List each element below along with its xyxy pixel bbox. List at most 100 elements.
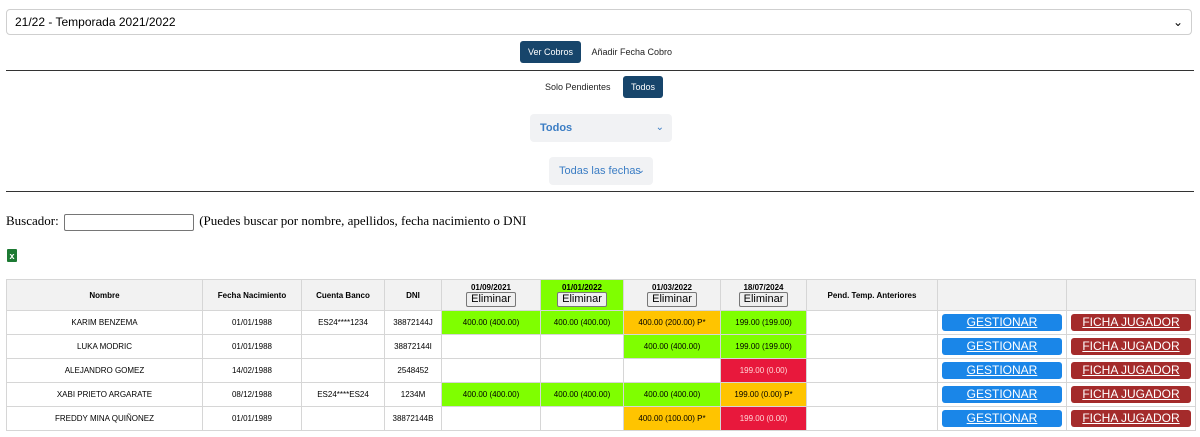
cell-payment[interactable]: 400.00 (400.00) — [623, 382, 721, 407]
cell-gestionar: GESTIONAR — [937, 358, 1067, 383]
cell-fecha: 01/01/1988 — [202, 310, 302, 335]
gestionar-button[interactable]: GESTIONAR — [942, 314, 1062, 331]
divider — [6, 191, 1194, 192]
gestionar-button[interactable]: GESTIONAR — [942, 386, 1062, 403]
gestionar-button[interactable]: GESTIONAR — [942, 338, 1062, 355]
gestionar-button[interactable]: GESTIONAR — [942, 410, 1062, 427]
header-date-1: 01/09/2021 Eliminar — [441, 279, 541, 311]
cell-dni: 38872144B — [384, 406, 442, 431]
cell-nombre: KARIM BENZEMA — [6, 310, 203, 335]
cell-dni: 1234M — [384, 382, 442, 407]
table-row: FREDDY MINA QUIÑONEZ 01/01/1989 38872144… — [6, 406, 1196, 431]
eliminar-date-1-button[interactable]: Eliminar — [466, 292, 516, 307]
chevron-down-icon: ⌄ — [636, 165, 645, 176]
date-3-label: 01/03/2022 — [651, 283, 693, 292]
cell-fecha: 01/01/1989 — [202, 406, 302, 431]
cell-payment[interactable]: 400.00 (100.00) P* — [623, 406, 721, 431]
date-1-label: 01/09/2021 — [470, 283, 512, 292]
ficha-jugador-button[interactable]: FICHA JUGADOR — [1071, 410, 1191, 427]
cell-cuenta: ES24****1234 — [301, 310, 385, 335]
cell-cuenta — [301, 334, 385, 359]
cell-payment[interactable]: 199.00 (199.00) — [720, 310, 807, 335]
cell-payment[interactable]: 199.00 (0.00) P* — [720, 382, 807, 407]
cell-payment[interactable] — [540, 406, 624, 431]
search-input[interactable] — [63, 213, 194, 231]
cell-nombre: LUKA MODRIC — [6, 334, 203, 359]
ficha-jugador-button[interactable]: FICHA JUGADOR — [1071, 338, 1191, 355]
table-row: KARIM BENZEMA 01/01/1988 ES24****1234 38… — [6, 310, 1196, 335]
cell-payment[interactable]: 400.00 (400.00) — [623, 334, 721, 359]
cell-payment[interactable]: 400.00 (400.00) — [540, 310, 624, 335]
cell-cuenta — [301, 358, 385, 383]
ficha-jugador-button[interactable]: FICHA JUGADOR — [1071, 362, 1191, 379]
gestionar-button[interactable]: GESTIONAR — [942, 362, 1062, 379]
header-fecha-nacimiento: Fecha Nacimiento — [202, 279, 302, 311]
cell-pend — [806, 358, 938, 383]
ficha-jugador-button[interactable]: FICHA JUGADOR — [1071, 314, 1191, 331]
cell-payment[interactable] — [540, 334, 624, 359]
cell-ficha: FICHA JUGADOR — [1066, 334, 1196, 359]
cell-pend — [806, 334, 938, 359]
cell-dni: 2548452 — [384, 358, 442, 383]
season-select-value: 21/22 - Temporada 2021/2022 — [15, 15, 176, 29]
cell-gestionar: GESTIONAR — [937, 334, 1067, 359]
search-hint: (Puedes buscar por nombre, apellidos, fe… — [199, 213, 527, 228]
cell-payment[interactable]: 199.00 (0.00) — [720, 358, 807, 383]
cell-payment[interactable]: 199.00 (0.00) — [720, 406, 807, 431]
cell-payment[interactable]: 400.00 (400.00) — [540, 382, 624, 407]
top-button-row: Ver Cobros Añadir Fecha Cobro — [0, 41, 1200, 63]
eliminar-date-2-button[interactable]: Eliminar — [557, 292, 607, 307]
cell-ficha: FICHA JUGADOR — [1066, 382, 1196, 407]
cell-payment[interactable] — [441, 334, 541, 359]
season-select[interactable]: 21/22 - Temporada 2021/2022 ⌄ — [6, 9, 1192, 35]
cell-payment[interactable] — [540, 358, 624, 383]
date-2-label: 01/01/2022 — [561, 283, 603, 292]
header-date-4: 18/07/2024 Eliminar — [720, 279, 807, 311]
table-row: XABI PRIETO ARGARATE 08/12/1988 ES24****… — [6, 382, 1196, 407]
cell-payment[interactable]: 199.00 (199.00) — [720, 334, 807, 359]
chevron-down-icon: ⌄ — [655, 122, 664, 133]
solo-pendientes-button[interactable]: Solo Pendientes — [537, 76, 619, 98]
cell-nombre: ALEJANDRO GOMEZ — [6, 358, 203, 383]
cell-payment[interactable] — [441, 358, 541, 383]
cell-payment[interactable]: 400.00 (200.00) P* — [623, 310, 721, 335]
table-row: ALEJANDRO GOMEZ 14/02/1988 2548452 199.0… — [6, 358, 1196, 383]
header-dni: DNI — [384, 279, 442, 311]
cell-payment[interactable] — [441, 406, 541, 431]
eliminar-date-3-button[interactable]: Eliminar — [647, 292, 697, 307]
cell-nombre: FREDDY MINA QUIÑONEZ — [6, 406, 203, 431]
ver-cobros-button[interactable]: Ver Cobros — [519, 41, 581, 63]
cell-dni: 38872144J — [384, 310, 442, 335]
cell-dni: 38872144I — [384, 334, 442, 359]
cell-payment[interactable]: 400.00 (400.00) — [441, 382, 541, 407]
date-select-value: Todas las fechas — [559, 165, 641, 177]
header-date-2: 01/01/2022 Eliminar — [540, 279, 624, 311]
todos-button[interactable]: Todos — [622, 76, 664, 98]
cell-fecha: 08/12/1988 — [202, 382, 302, 407]
cell-fecha: 01/01/1988 — [202, 334, 302, 359]
cell-nombre: XABI PRIETO ARGARATE — [6, 382, 203, 407]
ficha-jugador-button[interactable]: FICHA JUGADOR — [1071, 386, 1191, 403]
excel-export-icon[interactable]: x — [7, 249, 17, 262]
header-pend-temp: Pend. Temp. Anteriores — [806, 279, 938, 311]
cell-gestionar: GESTIONAR — [937, 382, 1067, 407]
cell-pend — [806, 382, 938, 407]
header-cuenta-banco: Cuenta Banco — [301, 279, 385, 311]
group-select[interactable]: Todos ⌄ — [530, 114, 672, 142]
anadir-fecha-cobro-button[interactable]: Añadir Fecha Cobro — [584, 41, 681, 63]
cell-gestionar: GESTIONAR — [937, 310, 1067, 335]
table-row: LUKA MODRIC 01/01/1988 38872144I 400.00 … — [6, 334, 1196, 359]
eliminar-date-4-button[interactable]: Eliminar — [738, 292, 789, 307]
group-select-value: Todos — [540, 122, 573, 134]
cell-ficha: FICHA JUGADOR — [1066, 406, 1196, 431]
payments-table: Nombre Fecha Nacimiento Cuenta Banco DNI… — [6, 279, 1196, 431]
cell-ficha: FICHA JUGADOR — [1066, 310, 1196, 335]
cell-payment[interactable]: 400.00 (400.00) — [441, 310, 541, 335]
cell-payment[interactable] — [623, 358, 721, 383]
chevron-down-icon: ⌄ — [1172, 15, 1183, 29]
cell-pend — [806, 310, 938, 335]
cell-cuenta — [301, 406, 385, 431]
date-select[interactable]: Todas las fechas ⌄ — [549, 157, 653, 185]
cell-pend — [806, 406, 938, 431]
cell-gestionar: GESTIONAR — [937, 406, 1067, 431]
